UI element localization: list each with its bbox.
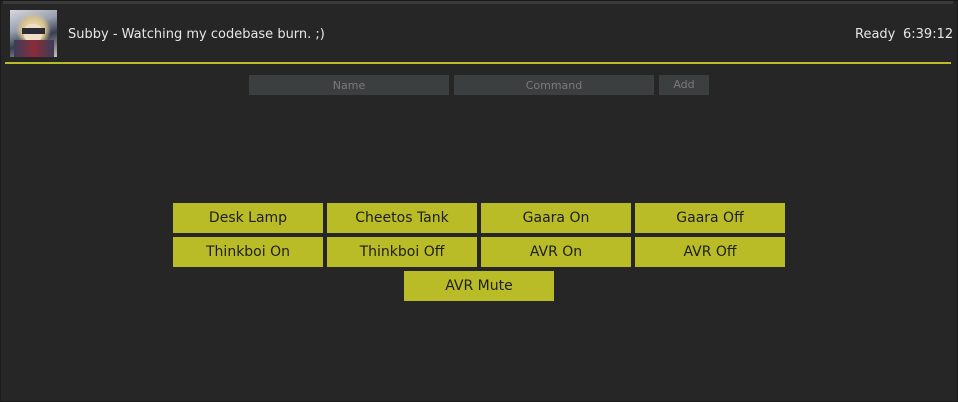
header-bar: Subby - Watching my codebase burn. ;) Re… <box>5 5 954 62</box>
gaara-off-button[interactable]: Gaara Off <box>635 203 785 233</box>
clock: 6:39:12 <box>903 27 954 42</box>
status-message: Subby - Watching my codebase burn. ;) <box>68 27 325 42</box>
avr-mute-button[interactable]: AVR Mute <box>404 271 554 301</box>
window-top-edge <box>3 1 953 4</box>
desk-lamp-button[interactable]: Desk Lamp <box>173 203 323 233</box>
name-input[interactable] <box>249 75 449 95</box>
app-window: Subby - Watching my codebase burn. ;) Re… <box>0 0 958 402</box>
gaara-on-button[interactable]: Gaara On <box>481 203 631 233</box>
avr-off-button[interactable]: AVR Off <box>635 237 785 267</box>
header-divider <box>5 62 951 64</box>
state-label: Ready <box>855 27 896 42</box>
avatar-icon <box>10 10 57 57</box>
add-button[interactable]: Add <box>659 75 709 95</box>
avr-on-button[interactable]: AVR On <box>481 237 631 267</box>
thinkboi-off-button[interactable]: Thinkboi Off <box>327 237 477 267</box>
cheetos-tank-button[interactable]: Cheetos Tank <box>327 203 477 233</box>
command-input[interactable] <box>454 75 654 95</box>
thinkboi-on-button[interactable]: Thinkboi On <box>173 237 323 267</box>
